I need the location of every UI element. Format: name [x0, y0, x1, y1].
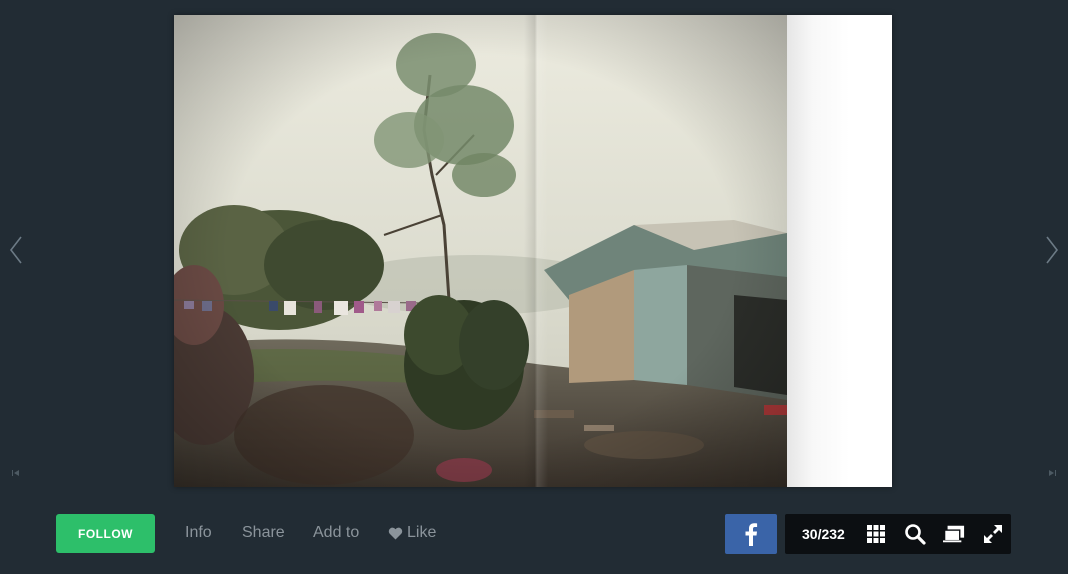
view-mode-button[interactable] [943, 523, 965, 545]
landscape-photo-image [174, 15, 787, 487]
heart-icon [388, 527, 403, 539]
chevron-right-icon [1046, 236, 1059, 264]
facebook-share-button[interactable] [725, 514, 777, 554]
spread-photo [174, 15, 787, 487]
bottom-toolbar: FOLLOW Info Share Add to Like 30/232 [0, 500, 1068, 574]
search-icon [905, 524, 926, 545]
skip-first-icon [12, 470, 19, 476]
like-label: Like [407, 524, 437, 541]
blank-page-area [787, 15, 892, 487]
view-mode-icon [943, 525, 965, 543]
share-label: Share [242, 524, 285, 541]
add-to-label: Add to [313, 524, 360, 541]
add-to-link[interactable]: Add to [313, 524, 359, 542]
viewer-controls: 30/232 [785, 514, 1011, 554]
follow-button[interactable]: FOLLOW [56, 514, 155, 553]
facebook-icon [745, 523, 758, 546]
fullscreen-button[interactable] [982, 523, 1004, 545]
publication-viewer [0, 0, 1068, 500]
chevron-left-icon [9, 236, 22, 264]
grid-view-button[interactable] [865, 523, 887, 545]
last-page-button[interactable] [1046, 466, 1058, 480]
search-button[interactable] [904, 523, 926, 545]
prev-page-button[interactable] [4, 232, 28, 268]
skip-last-icon [1049, 470, 1056, 476]
info-label: Info [185, 524, 212, 541]
next-page-button[interactable] [1040, 232, 1064, 268]
book-gutter [524, 15, 548, 487]
grid-icon [867, 525, 885, 543]
info-link[interactable]: Info [185, 524, 212, 542]
share-link[interactable]: Share [242, 524, 285, 542]
book-spread[interactable] [174, 15, 892, 487]
like-link[interactable]: Like [388, 524, 436, 542]
fullscreen-icon [984, 525, 1002, 543]
first-page-button[interactable] [10, 466, 22, 480]
page-counter: 30/232 [802, 526, 845, 542]
